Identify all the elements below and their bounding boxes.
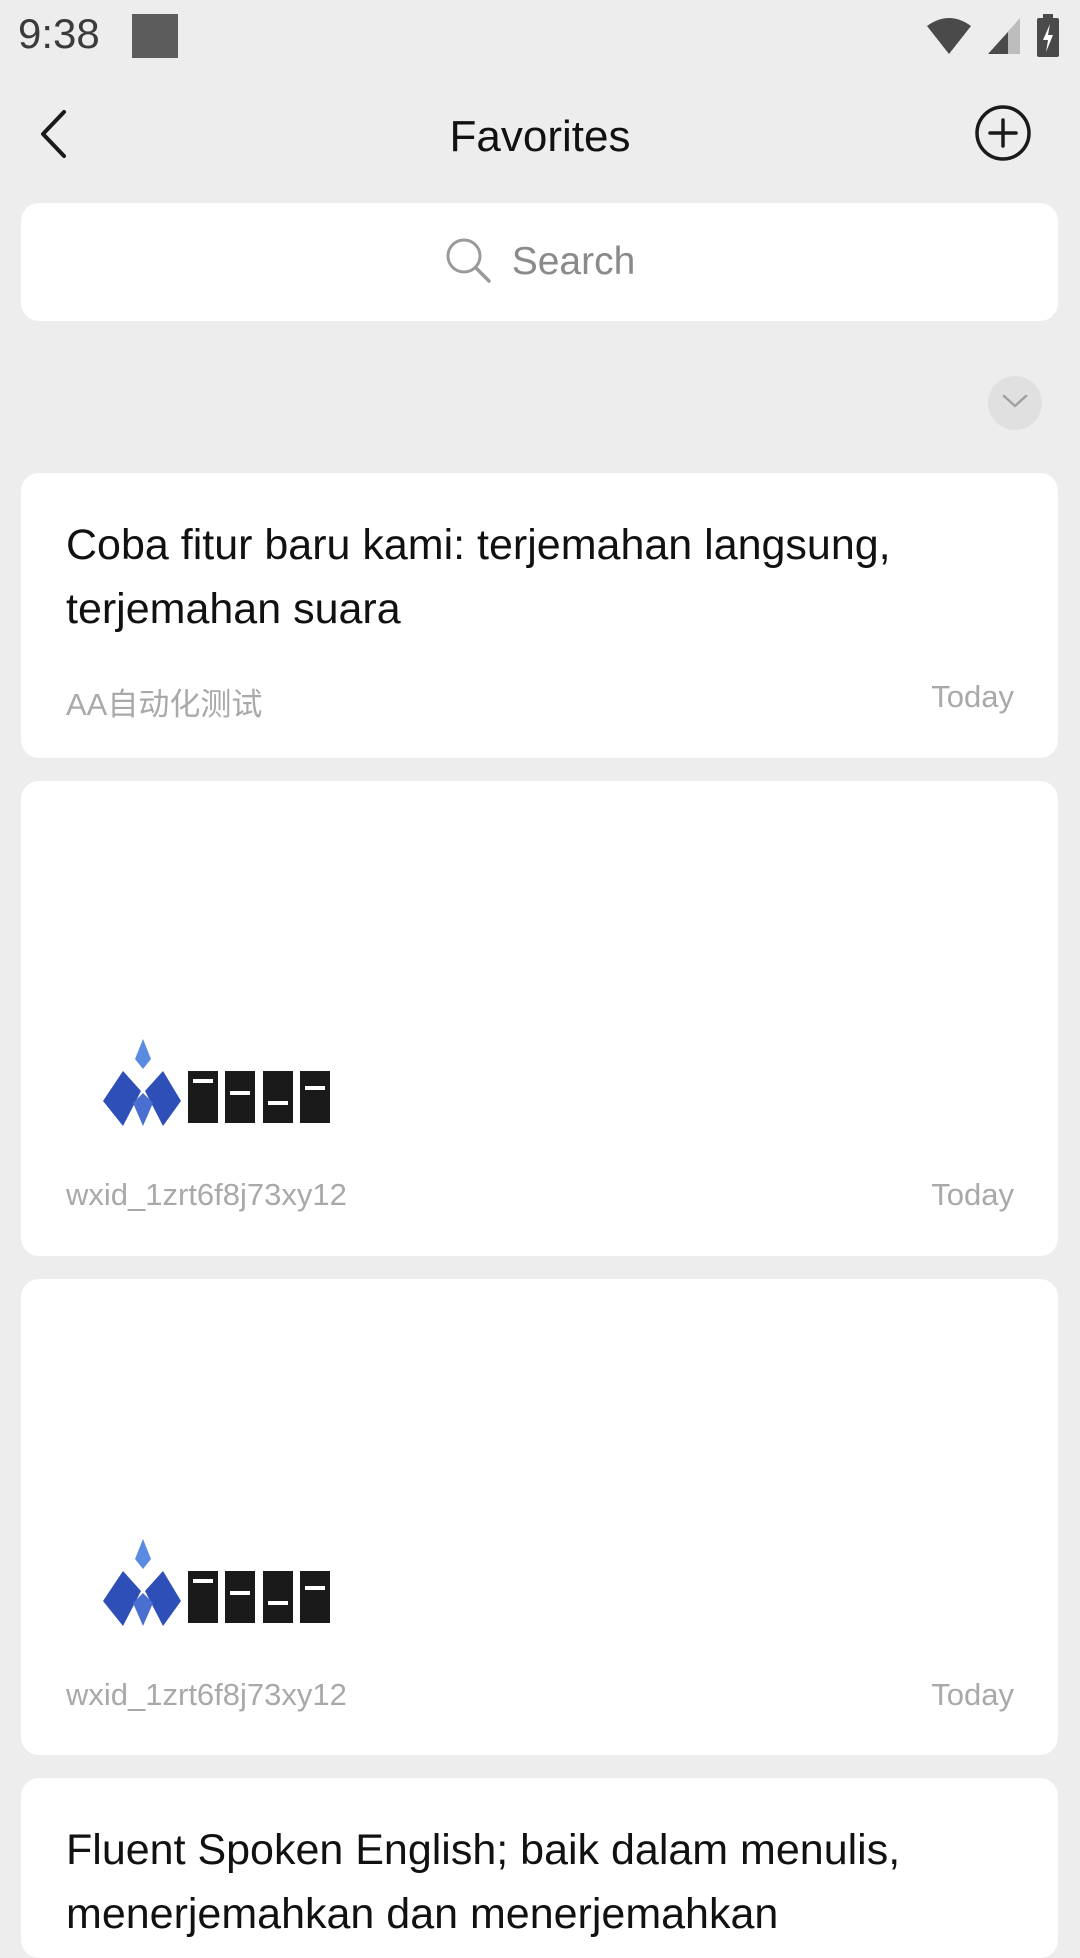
search-placeholder: Search	[511, 240, 636, 283]
wifi-icon	[926, 16, 972, 61]
favorite-text: Fluent Spoken English; baik dalam menuli…	[66, 1826, 901, 1938]
favorite-source: wxid_1zrt6f8j73xy12	[66, 1677, 347, 1712]
favorite-item-text[interactable]: Fluent Spoken English; baik dalam menuli…	[21, 1778, 1058, 1958]
favorite-source: AA自动化测试	[66, 687, 263, 722]
status-time: 9:38	[18, 10, 100, 57]
plus-circle-icon	[973, 103, 1033, 168]
favorite-item-image[interactable]: wxid_1zrt6f8j73xy12 Today	[21, 781, 1058, 1256]
page-title: Favorites	[449, 112, 631, 161]
favorite-text: Coba fitur baru kami: terjemahan langsun…	[66, 521, 891, 633]
add-favorite-button[interactable]	[972, 104, 1034, 166]
title-bar: Favorites	[0, 76, 1080, 200]
favorite-date: Today	[931, 1177, 1014, 1212]
favorite-source: wxid_1zrt6f8j73xy12	[66, 1177, 347, 1212]
notification-icon	[132, 14, 178, 58]
search-icon	[444, 236, 492, 289]
chevron-down-icon	[1001, 392, 1029, 415]
logo-thumbnail	[103, 1039, 330, 1126]
signal-icon	[986, 16, 1022, 61]
status-bar: 9:38	[0, 0, 1080, 76]
status-icons	[926, 14, 1060, 63]
favorite-date: Today	[931, 1677, 1014, 1712]
expand-filter-button[interactable]	[988, 376, 1042, 430]
favorite-item-text[interactable]: Coba fitur baru kami: terjemahan langsun…	[21, 473, 1058, 758]
favorite-item-image[interactable]: wxid_1zrt6f8j73xy12 Today	[21, 1279, 1058, 1755]
search-bar[interactable]: Search	[21, 203, 1058, 321]
logo-thumbnail	[103, 1539, 330, 1626]
battery-icon	[1036, 14, 1060, 63]
favorite-date: Today	[931, 679, 1014, 714]
